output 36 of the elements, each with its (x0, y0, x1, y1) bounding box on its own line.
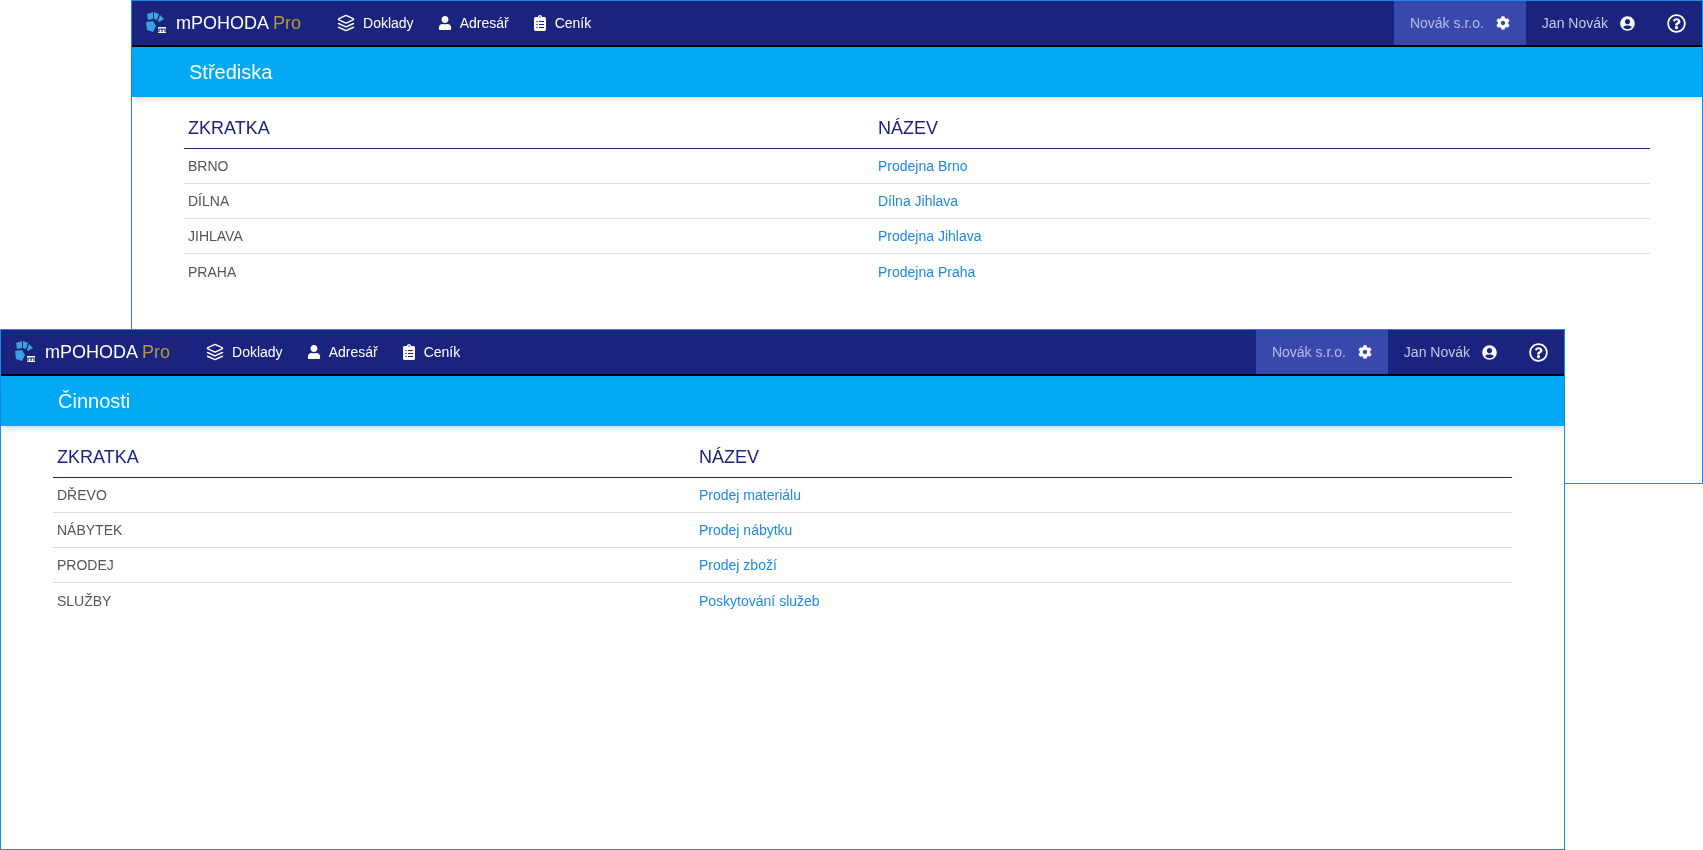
table-cell: BRNO (188, 158, 229, 174)
user-button[interactable]: Jan Novák (1525, 1, 1651, 45)
column-header: NÁZEV (699, 447, 759, 467)
record-link[interactable]: Dílna Jihlava (878, 193, 959, 209)
column-header: ZKRATKA (57, 447, 139, 467)
brand-edition: Pro (273, 11, 302, 35)
page-title: Střediska (189, 60, 273, 85)
table-cell: PRAHA (188, 263, 237, 280)
nav-link[interactable]: Ceník (389, 330, 473, 374)
nav-link[interactable]: Adresář (425, 1, 521, 45)
record-link[interactable]: Prodej nábytku (699, 522, 793, 538)
brand-edition: Pro (142, 340, 171, 364)
nav-link[interactable]: Adresář (294, 330, 390, 374)
nav-link[interactable]: Doklady (194, 330, 295, 374)
record-link[interactable]: Prodej materiálu (699, 487, 801, 503)
company-button[interactable]: Novák s.r.o. (1255, 330, 1388, 374)
table-cell: JIHLAVA (188, 228, 243, 244)
column-header: NÁZEV (878, 118, 938, 138)
company-button[interactable]: Novák s.r.o. (1393, 1, 1526, 45)
record-link[interactable]: Prodej zboží (699, 557, 777, 573)
nav-link[interactable]: Doklady (325, 1, 426, 45)
nav-link[interactable]: Ceník (520, 1, 604, 45)
table-cell: NÁBYTEK (57, 522, 123, 538)
table-cell: DÍLNA (188, 193, 230, 209)
record-link[interactable]: Prodejna Jihlava (878, 228, 982, 244)
user-button[interactable]: Jan Novák (1387, 330, 1513, 374)
table-cell: SLUŽBY (57, 592, 112, 609)
record-link[interactable]: Prodejna Brno (878, 158, 968, 174)
brand-name: mPOHODA (176, 11, 269, 35)
column-header: ZKRATKA (188, 118, 270, 138)
table-cell: DŘEVO (57, 487, 107, 503)
brand-name: mPOHODA (45, 340, 138, 364)
record-link[interactable]: Poskytování služeb (699, 592, 820, 609)
record-link[interactable]: Prodejna Praha (878, 263, 976, 280)
table-cell: PRODEJ (57, 557, 114, 573)
page-title: Činnosti (58, 389, 131, 414)
